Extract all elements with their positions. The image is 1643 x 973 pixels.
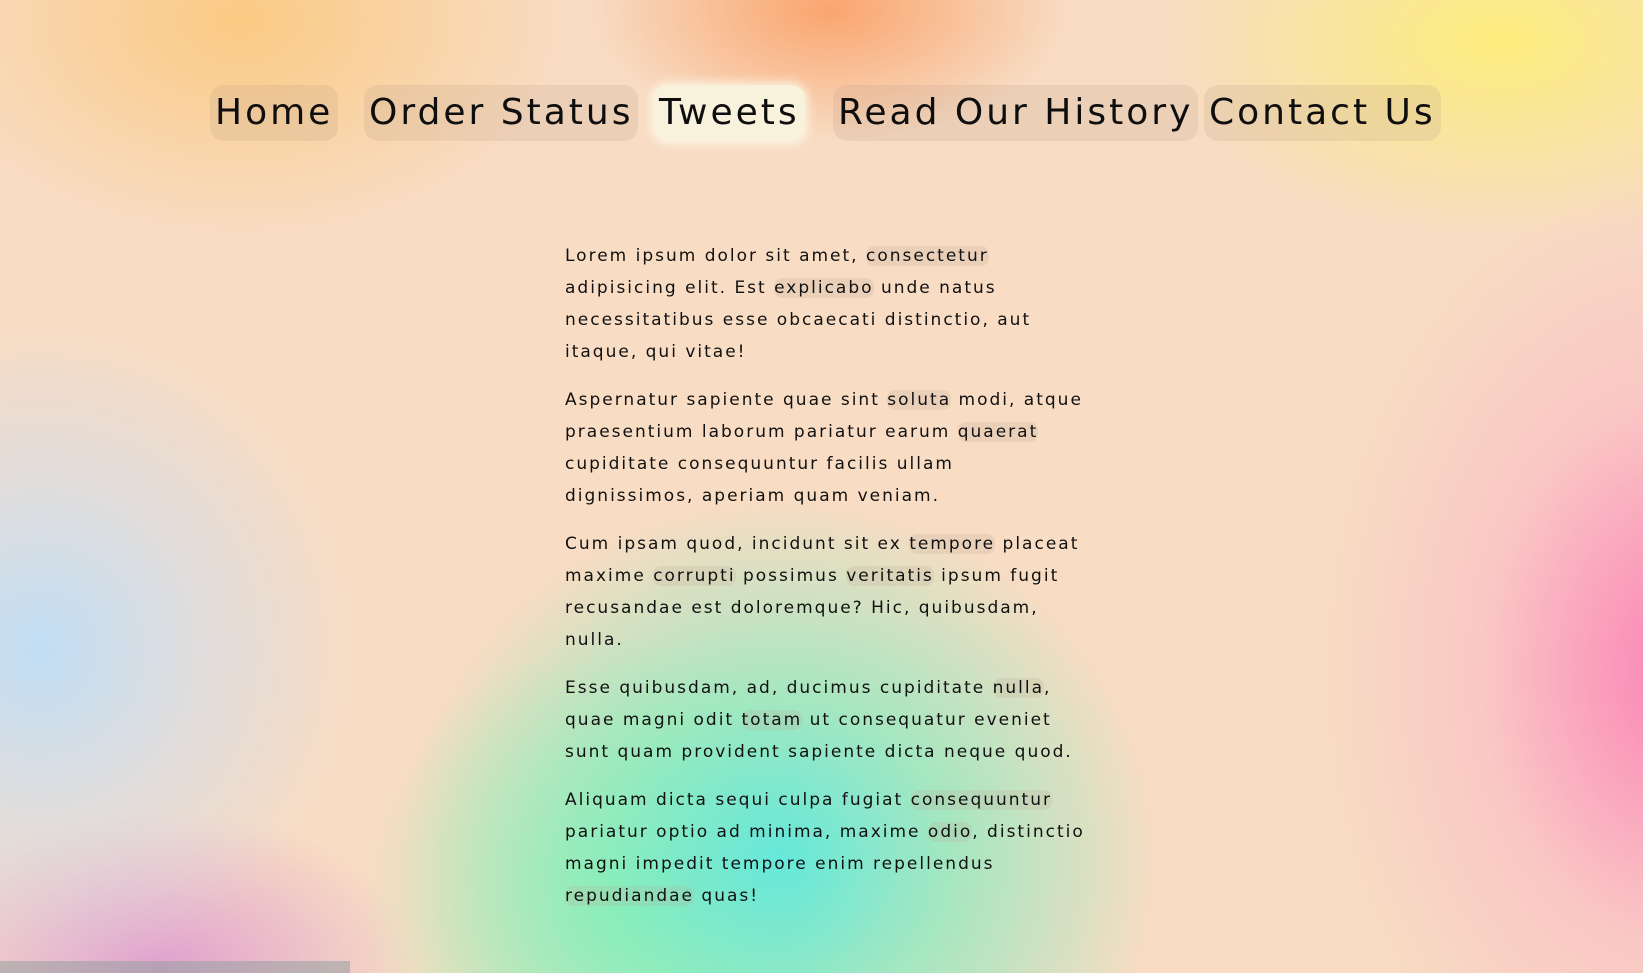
nav-home[interactable]: Home <box>210 85 339 141</box>
paragraph: Cum ipsam quod, incidunt sit ex tempore … <box>565 528 1085 656</box>
text-segment: adipisicing elit. Est <box>565 278 775 298</box>
paragraph: Lorem ipsum dolor sit amet, consectetur … <box>565 240 1085 368</box>
text-segment: Esse quibusdam, ad, ducimus cupiditate <box>565 678 993 698</box>
nav-read-our-history[interactable]: Read Our History <box>833 85 1199 141</box>
text-segment: pariatur optio ad minima, maxime <box>565 822 928 842</box>
text-segment: Lorem ipsum dolor sit amet, <box>565 246 866 266</box>
highlighted-word: soluta <box>887 390 952 410</box>
nav-contact-us[interactable]: Contact Us <box>1204 85 1441 141</box>
text-segment: Aliquam dicta sequi culpa fugiat <box>565 790 911 810</box>
highlighted-word: consequuntur <box>910 790 1052 810</box>
text-segment: Cum ipsam quod, incidunt sit ex <box>565 534 910 554</box>
paragraph: Esse quibusdam, ad, ducimus cupiditate n… <box>565 672 1085 768</box>
text-segment: possimus <box>735 566 847 586</box>
highlighted-word: odio <box>927 822 973 842</box>
main-nav: Home Order Status Tweets Read Our Histor… <box>0 85 1643 141</box>
text-segment: quas! <box>694 886 760 906</box>
nav-order-status[interactable]: Order Status <box>364 85 639 141</box>
paragraph: Aspernatur sapiente quae sint soluta mod… <box>565 384 1085 512</box>
highlighted-word: consectetur <box>866 246 989 266</box>
highlighted-word: totam <box>741 710 803 730</box>
highlighted-word: tempore <box>909 534 996 554</box>
highlighted-word: explicabo <box>774 278 874 298</box>
paragraph: Aliquam dicta sequi culpa fugiat consequ… <box>565 784 1085 912</box>
horizontal-scrollbar[interactable] <box>0 961 350 973</box>
highlighted-word: nulla <box>992 678 1045 698</box>
highlighted-word: quaerat <box>957 422 1039 442</box>
nav-tweets[interactable]: Tweets <box>654 85 805 141</box>
highlighted-word: veritatis <box>846 566 934 586</box>
article-body: Lorem ipsum dolor sit amet, consectetur … <box>565 240 1085 928</box>
highlighted-word: repudiandae <box>565 886 695 906</box>
text-segment: Aspernatur sapiente quae sint <box>565 390 888 410</box>
highlighted-word: corrupti <box>653 566 736 586</box>
text-segment: cupiditate consequuntur facilis ullam di… <box>565 454 954 506</box>
